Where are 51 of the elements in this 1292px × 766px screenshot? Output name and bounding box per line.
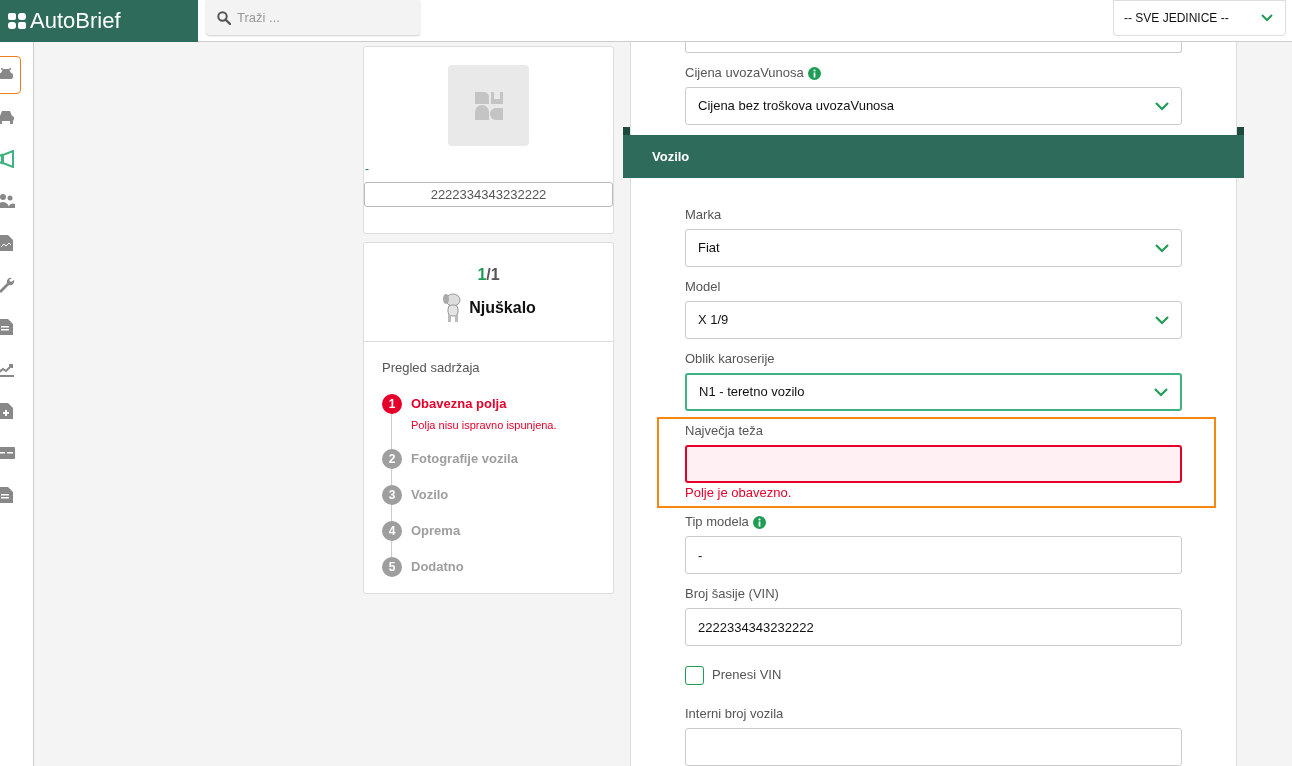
step-error: Polja nisu ispravno ispunjena.	[411, 417, 557, 433]
field-label: Marka	[685, 206, 722, 224]
search-icon	[217, 11, 231, 25]
chevron-icon	[1155, 243, 1169, 253]
field-label: Broj šasije (VIN)	[685, 585, 779, 603]
logo-text: AutoBrief	[30, 10, 121, 32]
field-label: Tip modela	[685, 513, 749, 531]
select-field[interactable]: Fiat	[685, 229, 1182, 267]
progress-current: 1	[477, 266, 487, 283]
step-number: 1	[382, 393, 402, 414]
input-field[interactable]	[685, 445, 1182, 483]
field-label: Cijena uvozaVunosa	[685, 64, 804, 82]
chevron-icon	[1154, 387, 1168, 397]
car-icon	[0, 108, 15, 126]
field-label: Največja teža	[685, 422, 764, 440]
overview-title: Pregled sadržaja	[364, 341, 613, 386]
step-number: 4	[382, 521, 402, 541]
checkbox-label: Prenesi VIN	[712, 666, 782, 685]
search-field[interactable]: Traži ...	[206, 0, 420, 35]
vehicle-link[interactable]: -	[365, 162, 613, 176]
input-field[interactable]: -	[685, 536, 1182, 574]
mascot-icon	[441, 293, 464, 323]
input-field[interactable]: 2222334343232222	[685, 608, 1182, 646]
select-field[interactable]: X 1/9	[685, 301, 1182, 339]
step-number: 2	[382, 449, 402, 469]
wrench-icon	[0, 276, 15, 294]
logo-icon	[8, 13, 26, 29]
chevron-icon	[1155, 315, 1169, 325]
megaphone-icon	[0, 150, 15, 168]
unit-select[interactable]: -- SVE JEDINICE --	[1113, 0, 1286, 36]
ribbon-fold	[1237, 127, 1244, 135]
select-field[interactable]: N1 - teretno vozilo	[685, 373, 1182, 411]
portal-name: Njuškalo	[469, 298, 536, 318]
vin-label: 2222334343232222	[364, 182, 613, 207]
field-label: Model	[685, 278, 721, 296]
chevron-icon	[1155, 101, 1169, 111]
ribbon-fold	[623, 127, 630, 135]
progress-total: /1	[486, 266, 500, 283]
step-number: 5	[382, 557, 402, 577]
chevron-icon	[1261, 14, 1273, 22]
section-header: Vozilo	[623, 135, 1244, 178]
logo-icon	[474, 91, 503, 120]
step-link[interactable]: Obavezna polja	[411, 393, 557, 414]
field-label: Oblik karoserije	[685, 350, 775, 368]
users-icon	[0, 192, 15, 210]
field-label: Interni broj vozila	[685, 705, 784, 723]
error-message: Polje je obavezno.	[685, 484, 793, 502]
select-field[interactable]: Cijena bez troškova uvozaVunosa	[685, 87, 1182, 125]
step-number: 3	[382, 485, 402, 505]
sidebar-item[interactable]	[0, 56, 21, 94]
checkbox[interactable]	[685, 665, 704, 685]
